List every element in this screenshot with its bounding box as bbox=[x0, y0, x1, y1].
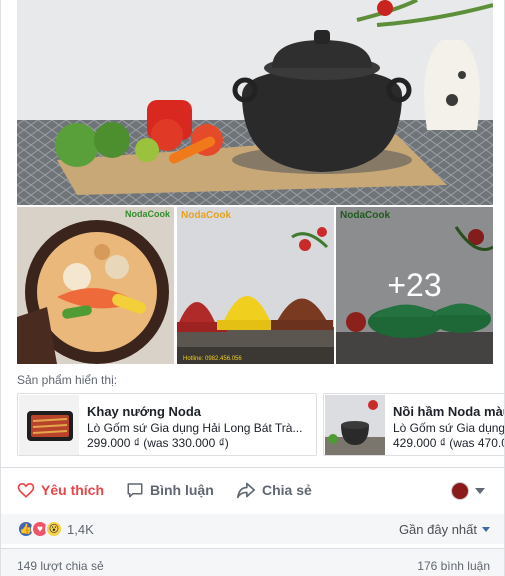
reaction-count: 1,4K bbox=[67, 521, 94, 537]
products-section-label: Sản phẩm hiển thị: bbox=[17, 373, 118, 387]
product-photo-thumb-1[interactable]: NodaCook bbox=[17, 207, 174, 364]
share-icon bbox=[236, 481, 256, 499]
comment-label: Bình luận bbox=[150, 482, 214, 498]
product-card-1[interactable]: Khay nướng Noda Lò Gốm sứ Gia dụng Hải L… bbox=[17, 393, 317, 456]
share-label: Chia sẻ bbox=[262, 482, 312, 498]
clay-pot-photo bbox=[17, 0, 493, 205]
svg-text:NodaCook: NodaCook bbox=[125, 209, 171, 219]
share-count[interactable]: 149 lượt chia sẻ bbox=[17, 559, 104, 573]
divider bbox=[1, 467, 504, 468]
love-reaction-button[interactable]: Yêu thích bbox=[17, 478, 104, 502]
product-price-2: 429.000 ₫ (was 470.0 bbox=[393, 436, 505, 450]
stew-pot-image bbox=[325, 395, 385, 455]
love-reaction-label: Yêu thích bbox=[41, 482, 105, 498]
product-card-2[interactable]: Nồi hầm Noda màu Lò Gốm sứ Gia dụng Hải … bbox=[323, 393, 505, 456]
hotpot-photo: NodaCook bbox=[17, 207, 174, 364]
product-seller-2: Lò Gốm sứ Gia dụng Hải bbox=[393, 421, 505, 435]
main-product-photo[interactable] bbox=[17, 0, 493, 205]
more-photos-overlay[interactable]: +23 bbox=[336, 207, 493, 364]
wow-reaction-icon: 😮 bbox=[45, 520, 63, 538]
comment-sort-label: Gần đây nhất bbox=[398, 522, 477, 537]
product-carousel: Khay nướng Noda Lò Gốm sứ Gia dụng Hải L… bbox=[17, 393, 505, 457]
product-thumb-1 bbox=[19, 395, 79, 455]
product-title-2: Nồi hầm Noda màu bbox=[393, 404, 505, 419]
reactions-summary-bar: 👍 ♥ 😮 1,4K Gần đây nhất bbox=[1, 514, 504, 544]
chevron-down-icon bbox=[482, 527, 490, 532]
comment-sort-dropdown[interactable]: Gần đây nhất bbox=[399, 522, 490, 537]
baking-tray-image bbox=[19, 395, 79, 455]
chevron-down-icon bbox=[475, 488, 485, 494]
product-title-1: Khay nướng Noda bbox=[87, 404, 201, 419]
post-card: NodaCook NodaCook Hotline: 0982.456.056 bbox=[0, 0, 505, 576]
post-action-bar: Yêu thích Bình luận Chia sẻ bbox=[1, 470, 504, 510]
svg-text:Hotline: 0982.456.056: Hotline: 0982.456.056 bbox=[183, 356, 242, 362]
comment-icon bbox=[126, 481, 144, 499]
post-stats-bar: 149 lượt chia sẻ 176 bình luận bbox=[1, 548, 504, 576]
page-identity-selector[interactable] bbox=[451, 482, 485, 500]
share-button[interactable]: Chia sẻ bbox=[236, 478, 312, 502]
comment-button[interactable]: Bình luận bbox=[126, 478, 214, 502]
svg-text:NodaCook: NodaCook bbox=[181, 210, 231, 221]
product-photo-thumb-2[interactable]: NodaCook Hotline: 0982.456.056 bbox=[177, 207, 334, 364]
product-photo-thumb-3[interactable]: NodaCook +23 bbox=[336, 207, 493, 364]
reactions-summary[interactable]: 👍 ♥ 😮 1,4K bbox=[17, 520, 94, 538]
product-seller-1: Lò Gốm sứ Gia dụng Hải Long Bát Trà... bbox=[87, 421, 303, 435]
product-price-1: 299.000 ₫ (was 330.000 ₫) bbox=[87, 436, 229, 450]
page-avatar bbox=[451, 482, 469, 500]
product-thumb-2 bbox=[325, 395, 385, 455]
tagine-pots-photo: NodaCook Hotline: 0982.456.056 bbox=[177, 207, 334, 364]
comment-count[interactable]: 176 bình luận bbox=[417, 559, 490, 573]
more-photos-count: +23 bbox=[387, 267, 442, 303]
heart-icon bbox=[17, 481, 35, 499]
